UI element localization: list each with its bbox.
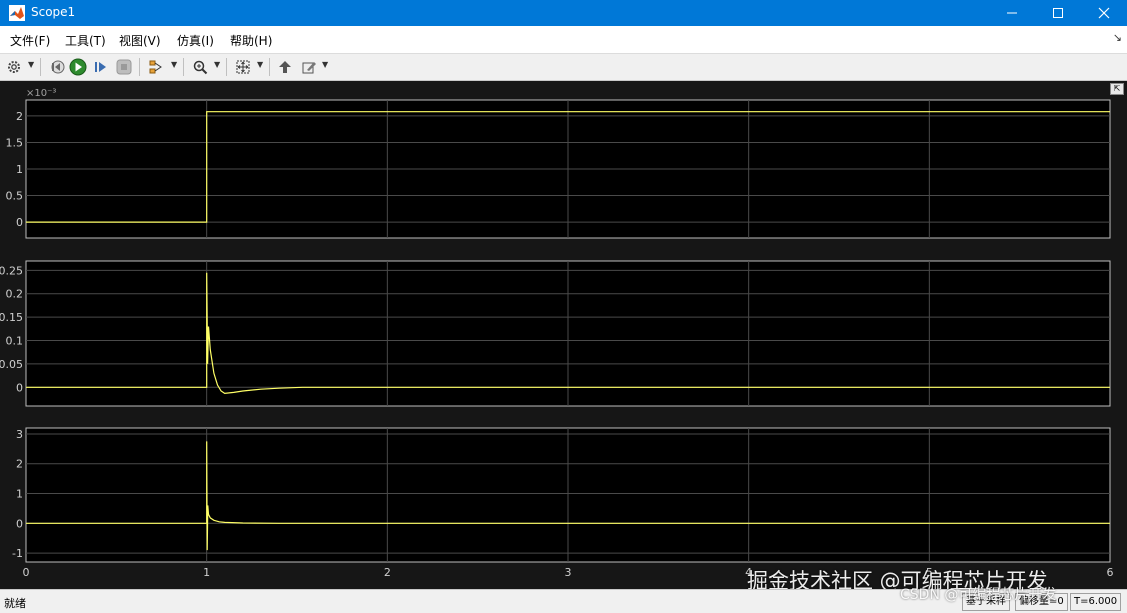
y-tick-label: 0 — [16, 216, 23, 229]
window-title: Scope1 — [31, 5, 76, 19]
zoom-button[interactable] — [190, 57, 210, 77]
y-tick-label: 0.25 — [0, 264, 23, 277]
stop-button[interactable] — [114, 57, 134, 77]
close-icon — [1098, 7, 1110, 19]
step-back-button[interactable] — [47, 57, 67, 77]
undock-button[interactable]: ⇱ — [1110, 83, 1124, 95]
x-tick-label: 3 — [565, 566, 572, 579]
style-dropdown-icon[interactable]: ▼ — [322, 60, 328, 69]
toolbar: ▼ ▼ ▼ ▼ ▼ — [0, 54, 1127, 81]
menu-help[interactable]: 帮助(H) — [230, 32, 272, 49]
zoom-dropdown-icon[interactable]: ▼ — [214, 60, 220, 69]
scope-plot-area: 0 0.5 1 1.5 2 ×10⁻³ 0 0.05 0.1 0.15 0.2 0.25 -1 0 1 2 3 0… — [0, 81, 1127, 589]
menu-tools[interactable]: 工具(T) — [65, 32, 106, 49]
step-forward-button[interactable] — [91, 57, 111, 77]
y-tick-label: 1 — [16, 163, 23, 176]
menu-file[interactable]: 文件(F) — [10, 32, 50, 49]
y-tick-label: 0 — [16, 517, 23, 530]
minimize-icon — [1007, 12, 1017, 14]
signal-selector-icon — [149, 60, 162, 74]
matlab-logo-icon — [9, 5, 25, 21]
y-tick-label: 0 — [16, 381, 23, 394]
toolbar-separator — [183, 58, 184, 76]
y-tick-label: 3 — [16, 428, 23, 441]
stop-icon — [116, 59, 132, 75]
title-bar: Scope1 — [0, 0, 1127, 26]
signal-selector-button[interactable] — [146, 57, 166, 77]
y-tick-label: 1 — [16, 488, 23, 501]
menu-bar: 文件(F) 工具(T) 视图(V) 仿真(I) 帮助(H) ↘ — [0, 26, 1127, 54]
minimize-button[interactable] — [989, 0, 1035, 26]
toolbar-separator — [139, 58, 140, 76]
status-text: 就绪 — [4, 597, 26, 610]
toolbar-separator — [226, 58, 227, 76]
settings-dropdown-icon[interactable]: ▼ — [28, 60, 34, 69]
close-button[interactable] — [1081, 0, 1127, 26]
settings-button[interactable] — [4, 57, 24, 77]
highlight-block-icon — [279, 61, 291, 73]
y-tick-label: 0.5 — [6, 190, 24, 203]
watermark-csdn: CSDN @可编程芯片开发 — [900, 587, 1057, 603]
settings-icon — [8, 61, 20, 73]
highlight-block-button[interactable] — [275, 57, 295, 77]
step-forward-icon — [95, 62, 106, 72]
x-tick-label: 0 — [23, 566, 30, 579]
signal-selector-dropdown-icon[interactable]: ▼ — [171, 60, 177, 69]
x-tick-label: 6 — [1107, 566, 1114, 579]
style-button[interactable] — [299, 57, 319, 77]
y-tick-label: 2 — [16, 110, 23, 123]
y-tick-label: -1 — [12, 547, 23, 560]
toolbar-separator — [269, 58, 270, 76]
y-exponent-label: ×10⁻³ — [26, 88, 56, 99]
y-tick-label: 0.05 — [0, 358, 23, 371]
maximize-icon — [1053, 8, 1063, 18]
maximize-button[interactable] — [1035, 0, 1081, 26]
run-button[interactable] — [68, 57, 88, 77]
fit-axes-icon — [236, 60, 250, 74]
y-tick-label: 0.15 — [0, 311, 23, 324]
run-icon — [69, 58, 87, 76]
status-time: T=6.000 — [1070, 593, 1122, 611]
fit-axes-button[interactable] — [233, 57, 253, 77]
scope-chart: 00.511.52×10⁻³00.050.10.150.20.25-101230… — [0, 88, 1114, 579]
toolbar-separator — [40, 58, 41, 76]
y-tick-label: 0.2 — [6, 288, 24, 301]
menu-overflow-icon[interactable]: ↘ — [1113, 31, 1122, 44]
style-icon — [302, 62, 316, 74]
menu-simulation[interactable]: 仿真(I) — [177, 32, 214, 49]
fit-axes-dropdown-icon[interactable]: ▼ — [257, 60, 263, 69]
x-tick-label: 2 — [384, 566, 391, 579]
menu-view[interactable]: 视图(V) — [119, 32, 161, 49]
y-tick-label: 1.5 — [6, 136, 24, 149]
y-tick-label: 2 — [16, 458, 23, 471]
step-back-icon — [51, 60, 65, 74]
y-tick-label: 0.1 — [6, 335, 24, 348]
zoom-icon — [193, 60, 208, 75]
x-tick-label: 1 — [203, 566, 210, 579]
